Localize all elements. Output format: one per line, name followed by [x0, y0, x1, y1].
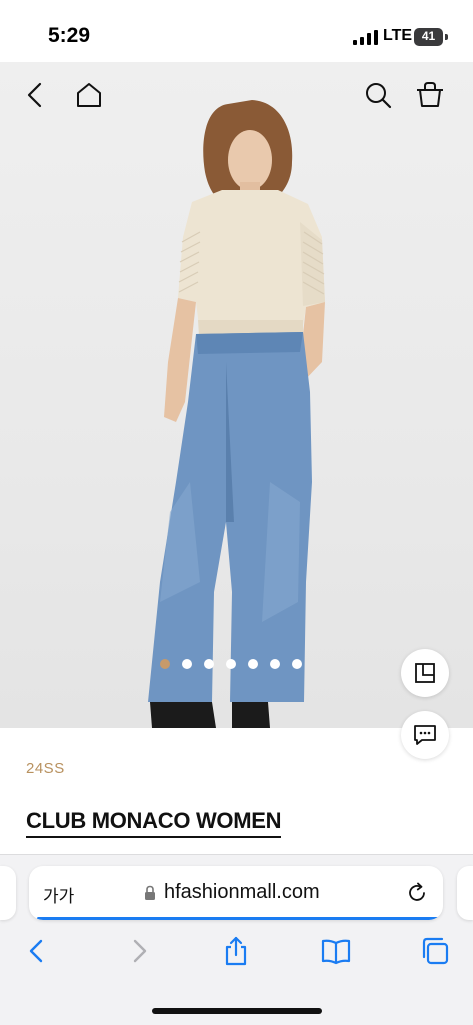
previous-tab-preview[interactable]	[0, 866, 16, 920]
page-load-progress	[37, 917, 441, 920]
recent-items-icon	[415, 663, 435, 683]
address-bar[interactable]: 가가 hfashionmall.com	[29, 866, 443, 920]
browser-toolbar: 가가 hfashionmall.com	[0, 854, 473, 1025]
gallery-dot[interactable]	[270, 659, 280, 669]
gallery-dot[interactable]	[292, 659, 302, 669]
tabs-icon[interactable]	[419, 935, 451, 967]
product-image-gallery[interactable]	[0, 62, 473, 728]
gallery-dot[interactable]	[248, 659, 258, 669]
chat-button[interactable]	[401, 711, 449, 759]
next-tab-preview[interactable]	[457, 866, 473, 920]
network-type: LTE	[383, 27, 413, 44]
gallery-dot[interactable]	[204, 659, 214, 669]
url-text[interactable]: hfashionmall.com	[164, 881, 320, 904]
home-indicator[interactable]	[152, 1008, 322, 1014]
text-size-button[interactable]: 가가	[43, 882, 74, 907]
gallery-dot[interactable]	[160, 659, 170, 669]
gallery-dot[interactable]	[182, 659, 192, 669]
battery-level: 41	[421, 29, 436, 43]
gallery-dot[interactable]	[226, 659, 236, 669]
reload-icon[interactable]	[405, 881, 429, 905]
home-icon[interactable]	[73, 79, 105, 111]
season-label: 24SS	[26, 760, 65, 777]
battery-icon: 41	[414, 28, 448, 46]
browser-forward-icon[interactable]	[123, 935, 155, 967]
recently-viewed-button[interactable]	[401, 649, 449, 697]
gallery-pagination[interactable]	[160, 659, 302, 671]
bookmarks-icon[interactable]	[320, 935, 352, 967]
share-icon[interactable]	[220, 935, 252, 967]
chat-bubble-icon	[414, 725, 436, 745]
brand-link[interactable]: CLUB MONACO WOMEN	[26, 808, 282, 838]
shopping-bag-icon[interactable]	[414, 79, 446, 111]
lock-icon	[145, 885, 155, 900]
status-bar: 5:29 LTE 41	[0, 0, 473, 62]
back-chevron-icon[interactable]	[20, 79, 52, 111]
cellular-signal-icon	[353, 30, 378, 45]
product-photo	[148, 100, 325, 728]
browser-back-icon[interactable]	[21, 935, 53, 967]
search-icon[interactable]	[362, 79, 394, 111]
status-time: 5:29	[48, 24, 91, 47]
